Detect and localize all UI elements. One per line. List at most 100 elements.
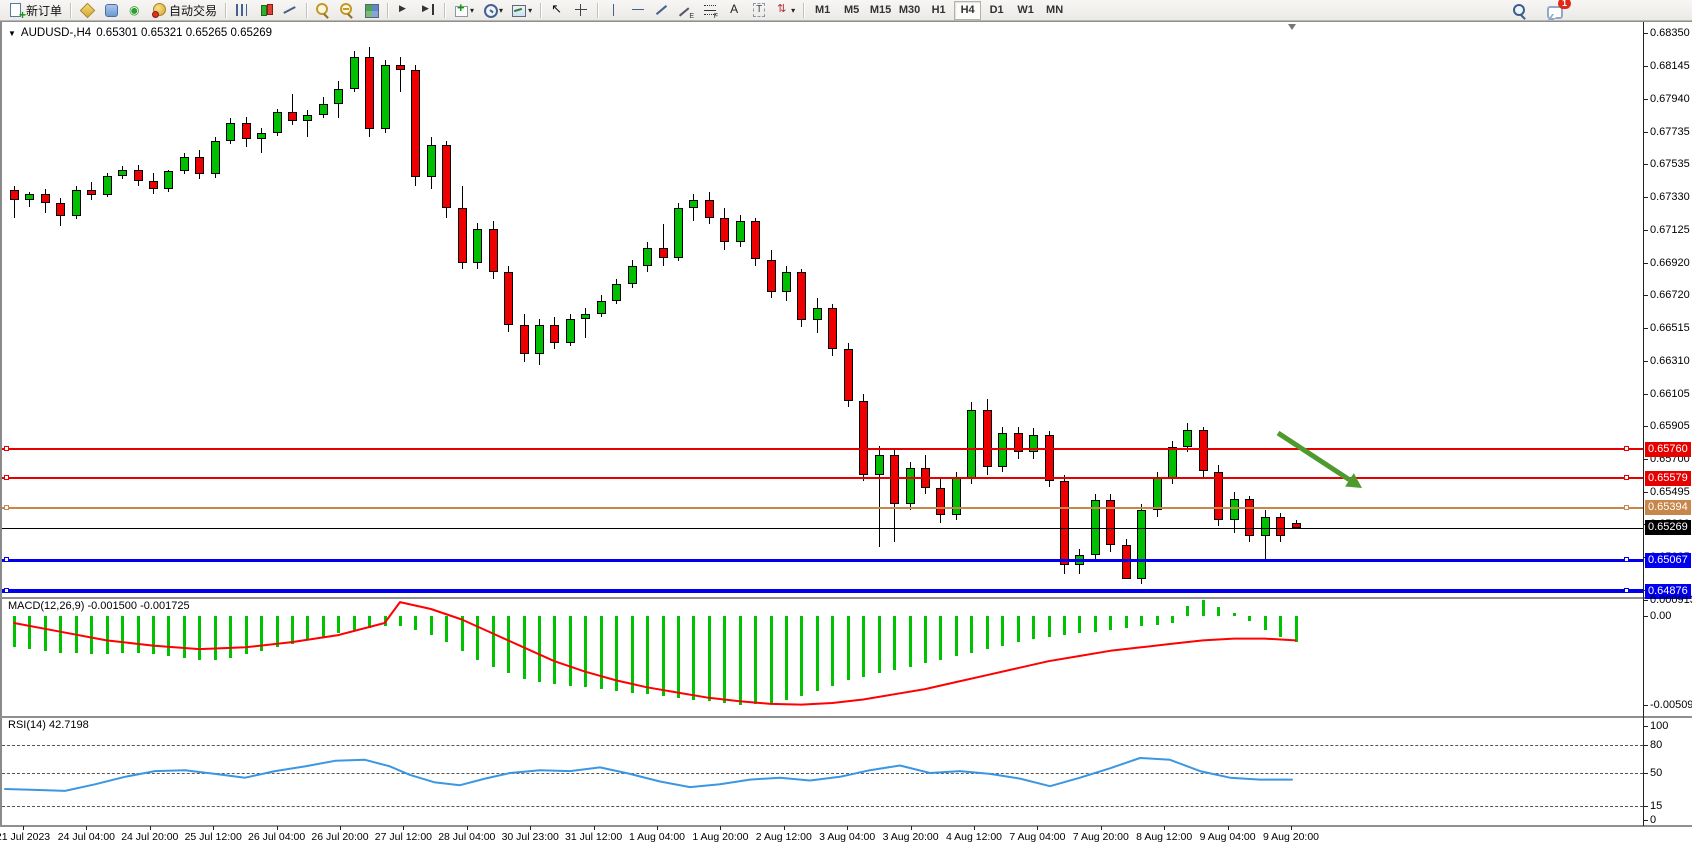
toolbar: 新订单 自动交易 ▾ ▾ ▾ ▾ M1M5M15M30H1H4D1W1MN (0, 0, 1692, 21)
arrows-dropdown[interactable]: ▾ (770, 0, 799, 21)
templates-dropdown[interactable]: ▾ (507, 0, 536, 21)
timeframe-MN[interactable]: MN (1041, 1, 1068, 20)
line-anchor-handle[interactable] (4, 505, 9, 510)
horizontal-line-object[interactable] (2, 448, 1643, 450)
line-anchor-handle[interactable] (1624, 588, 1629, 593)
equidistant-channel-tool[interactable] (674, 0, 698, 21)
line-anchor-handle[interactable] (4, 588, 9, 593)
text-label-tool[interactable] (746, 0, 770, 21)
chevron-down-icon: ▾ (499, 6, 503, 15)
timeframe-M5[interactable]: M5 (838, 1, 865, 20)
candle (1199, 430, 1208, 472)
price-line-label: 0.65760 (1645, 442, 1691, 457)
horizontal-line-object[interactable] (2, 559, 1643, 562)
cursor-tool-button[interactable] (545, 0, 569, 21)
signal-button[interactable] (123, 0, 147, 21)
line-anchor-handle[interactable] (4, 557, 9, 562)
time-tick-mark (277, 826, 278, 830)
price-tick-mark (1643, 492, 1648, 493)
macd-histogram-bar (214, 616, 217, 660)
price-tick-label: 0.66105 (1650, 388, 1690, 400)
autoscroll-icon (396, 2, 412, 18)
shift-icon (420, 2, 436, 18)
periods-dropdown[interactable]: ▾ (478, 0, 507, 21)
horizontal-line-object[interactable] (2, 507, 1643, 509)
chart-shift-marker (1288, 24, 1296, 30)
timeframe-H4[interactable]: H4 (954, 1, 981, 20)
time-tick-label: 24 Jul 20:00 (121, 831, 178, 843)
rsi-level-line (2, 745, 1643, 746)
rsi-tick-label: 100 (1650, 720, 1668, 732)
timeframe-M1[interactable]: M1 (809, 1, 836, 20)
macd-histogram-bar (152, 616, 155, 654)
bar-chart-button[interactable] (230, 0, 254, 21)
timeframe-M15[interactable]: M15 (867, 1, 894, 20)
candle (334, 89, 343, 104)
candlestick-chart-button[interactable] (254, 0, 278, 21)
timeframe-D1[interactable]: D1 (983, 1, 1010, 20)
new-order-button[interactable]: 新订单 (4, 0, 66, 21)
horizontal-line-object[interactable] (2, 589, 1643, 593)
chart-canvas[interactable] (0, 22, 1692, 826)
toolbar-separator (225, 3, 226, 18)
line-anchor-handle[interactable] (1624, 557, 1629, 562)
macd-histogram-bar (1048, 616, 1051, 637)
candle (72, 190, 81, 216)
line-chart-button[interactable] (278, 0, 302, 21)
accounts-button[interactable] (99, 0, 123, 21)
line-anchor-handle[interactable] (4, 446, 9, 451)
candle (195, 157, 204, 175)
macd-histogram-bar (1233, 613, 1236, 617)
macd-histogram-bar (492, 616, 495, 667)
timeframe-M30[interactable]: M30 (896, 1, 923, 20)
macd-histogram-bar (1032, 616, 1035, 639)
timeframe-W1[interactable]: W1 (1012, 1, 1039, 20)
macd-tick-label: -0.005093 (1650, 699, 1692, 711)
macd-histogram-bar (816, 616, 819, 691)
market-watch-button[interactable] (75, 0, 99, 21)
rsi-tick-mark (1643, 773, 1648, 774)
vertical-line-tool[interactable] (602, 0, 626, 21)
fibonacci-tool[interactable] (698, 0, 722, 21)
zoom-in-button[interactable] (311, 0, 335, 21)
line-anchor-handle[interactable] (1624, 505, 1629, 510)
text-tool[interactable] (722, 0, 746, 21)
indicators-dropdown[interactable]: ▾ (449, 0, 478, 21)
doc-icon (8, 2, 24, 18)
autotrading-button[interactable]: 自动交易 (147, 0, 221, 21)
tile-windows-button[interactable] (359, 0, 383, 21)
horizontal-line-tool[interactable] (626, 0, 650, 21)
crosshair-tool-button[interactable] (569, 0, 593, 21)
zoom-out-button[interactable] (335, 0, 359, 21)
candle (350, 57, 359, 89)
price-tick-mark (1643, 230, 1648, 231)
candle (288, 112, 297, 122)
macd-histogram-bar (878, 616, 881, 673)
candle (87, 190, 96, 195)
macd-histogram-bar (1001, 616, 1004, 646)
line-anchor-handle[interactable] (1624, 475, 1629, 480)
time-tick-mark (657, 826, 658, 830)
line-anchor-handle[interactable] (4, 475, 9, 480)
search-button[interactable] (1508, 0, 1532, 21)
symbol-dropdown-toggle[interactable]: ▼ (8, 29, 16, 38)
macd-histogram-bar (955, 616, 958, 656)
macd-histogram-bar (909, 616, 912, 667)
timeframe-H1[interactable]: H1 (925, 1, 952, 20)
chart-shift-button[interactable] (416, 0, 440, 21)
chevron-down-icon: ▾ (470, 6, 474, 15)
chat-button[interactable]: 1 (1542, 0, 1566, 21)
line-anchor-handle[interactable] (1624, 446, 1629, 451)
horizontal-line-object[interactable] (2, 477, 1643, 479)
macd-histogram-bar (322, 616, 325, 637)
candle (705, 200, 714, 218)
trendline-tool[interactable] (650, 0, 674, 21)
macd-histogram-bar (770, 616, 773, 703)
macd-histogram-bar (445, 616, 448, 642)
candle (458, 208, 467, 263)
auto-scroll-button[interactable] (392, 0, 416, 21)
candle (967, 410, 976, 478)
arrows-icon (774, 2, 790, 18)
candle (10, 190, 19, 200)
price-tick-label: 0.67535 (1650, 158, 1690, 170)
